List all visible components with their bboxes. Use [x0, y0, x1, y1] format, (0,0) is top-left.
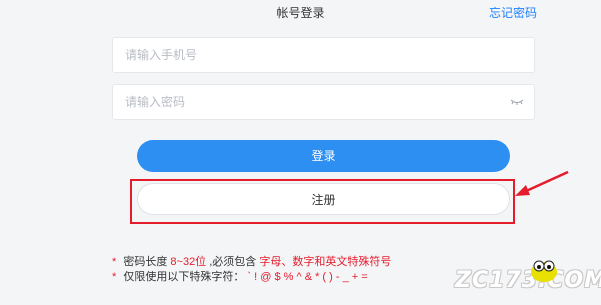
rule-line-2: * 仅限使用以下特殊字符： ` ! @ $ % ^ & * ( ) - _ + … [112, 270, 391, 285]
rule-line-1: * 密码长度 8~32位 ,必须包含 字母、数字和英文特殊符号 [112, 255, 391, 270]
rule-text: 密码长度 [123, 256, 168, 268]
phone-placeholder: 请输入手机号 [125, 48, 198, 62]
rule-length: 8~32位 [170, 256, 207, 268]
eye-closed-icon[interactable] [510, 95, 524, 109]
rule-chars: ` ! @ $ % ^ & * ( ) - _ + = [247, 271, 368, 283]
red-arrow-icon [515, 170, 569, 196]
forgot-password-link[interactable]: 忘记密码 [489, 4, 537, 21]
password-input[interactable]: 请输入密码 [112, 84, 535, 120]
password-placeholder: 请输入密码 [125, 95, 186, 109]
watermark-logo-icon [531, 260, 557, 282]
phone-input[interactable]: 请输入手机号 [112, 37, 535, 73]
rule-star: * [112, 256, 117, 268]
watermark: ZC173.COM [455, 258, 601, 298]
rule-text: ,必须包含 [209, 256, 257, 268]
watermark-text: ZC173.COM [455, 268, 601, 293]
highlight-box [130, 179, 515, 224]
rule-required: 字母、数字和英文特殊符号 [259, 256, 392, 268]
password-rules: * 密码长度 8~32位 ,必须包含 字母、数字和英文特殊符号 * 仅限使用以下… [112, 255, 391, 285]
rule-star: * [112, 271, 117, 283]
login-button[interactable]: 登录 [137, 140, 510, 172]
rule-text: 仅限使用以下特殊字符： [123, 271, 245, 283]
